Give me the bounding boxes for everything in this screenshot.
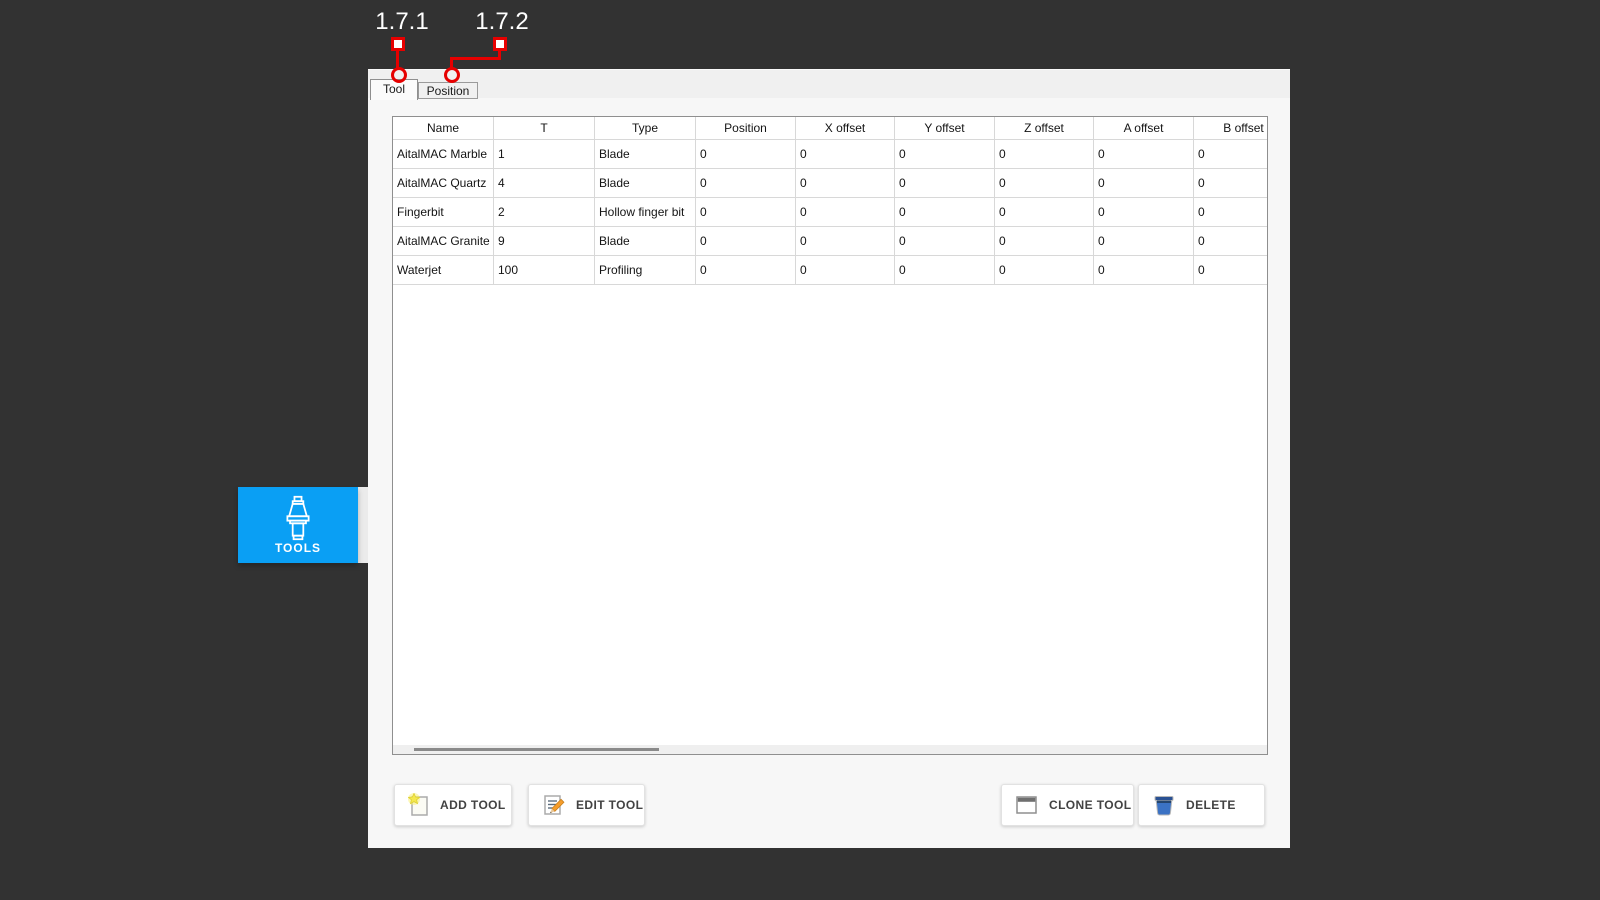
edit-tool-button[interactable]: EDIT TOOL: [528, 784, 645, 826]
column-header[interactable]: Type: [595, 117, 696, 140]
table-cell[interactable]: 0: [1094, 140, 1194, 169]
table-cell[interactable]: 0: [995, 227, 1094, 256]
callout-circle-tool-tab: [391, 67, 407, 83]
table-cell[interactable]: 0: [796, 140, 895, 169]
table-cell[interactable]: 0: [796, 227, 895, 256]
scrollbar-thumb[interactable]: [414, 748, 659, 751]
table-cell[interactable]: 0: [995, 169, 1094, 198]
table-cell[interactable]: AitalMAC Marble: [393, 140, 494, 169]
table-cell[interactable]: 0: [1194, 169, 1268, 198]
screen: 1.7.1 1.7.2 TOOLS Tool Position: [0, 0, 1600, 900]
table-cell[interactable]: 0: [995, 198, 1094, 227]
tools-panel: Tool Position NameTTypePositionX offsetY…: [368, 69, 1290, 848]
table-cell[interactable]: 0: [1094, 227, 1194, 256]
tab-tool[interactable]: Tool: [370, 79, 418, 100]
table-cell[interactable]: 0: [796, 169, 895, 198]
table-cell[interactable]: 0: [895, 256, 995, 285]
table-cell[interactable]: 0: [796, 256, 895, 285]
table-cell[interactable]: 2: [494, 198, 595, 227]
table-row[interactable]: Waterjet100Profiling000000: [393, 256, 1268, 285]
table-cell[interactable]: AitalMAC Quartz: [393, 169, 494, 198]
callout-line-1-7-1: [396, 51, 399, 68]
callout-line-1-7-2-horiz: [450, 57, 501, 60]
add-tool-button[interactable]: ADD TOOL: [394, 784, 512, 826]
edit-tool-label: EDIT TOOL: [576, 798, 643, 812]
column-header[interactable]: Y offset: [895, 117, 995, 140]
table-cell[interactable]: Blade: [595, 140, 696, 169]
callout-circle-position-tab: [444, 67, 460, 83]
column-header[interactable]: Name: [393, 117, 494, 140]
table-cell[interactable]: 0: [895, 198, 995, 227]
clone-tool-label: CLONE TOOL: [1049, 798, 1131, 812]
cnc-toolholder-icon: [279, 495, 317, 541]
table-cell[interactable]: 0: [1194, 198, 1268, 227]
tab-position[interactable]: Position: [418, 82, 478, 99]
table-header-row: NameTTypePositionX offsetY offsetZ offse…: [393, 117, 1268, 140]
table-row[interactable]: AitalMAC Quartz4Blade000000: [393, 169, 1268, 198]
column-header[interactable]: T: [494, 117, 595, 140]
callout-label-1-7-1: 1.7.1: [368, 8, 436, 36]
trash-icon: [1152, 793, 1176, 817]
table-cell[interactable]: Fingerbit: [393, 198, 494, 227]
table-cell[interactable]: 9: [494, 227, 595, 256]
table-cell[interactable]: 0: [1194, 227, 1268, 256]
callout-square-1-7-1: [391, 37, 405, 51]
table-cell[interactable]: 0: [995, 256, 1094, 285]
callout-label-1-7-2: 1.7.2: [468, 8, 536, 36]
table-row[interactable]: AitalMAC Granite9Blade000000: [393, 227, 1268, 256]
table-row[interactable]: Fingerbit2Hollow finger bit000000: [393, 198, 1268, 227]
table-cell[interactable]: 0: [1094, 256, 1194, 285]
tools-sidebar-button[interactable]: TOOLS: [238, 487, 358, 563]
table-cell[interactable]: Hollow finger bit: [595, 198, 696, 227]
column-header[interactable]: A offset: [1094, 117, 1194, 140]
table-cell[interactable]: 0: [895, 140, 995, 169]
clone-tool-button[interactable]: CLONE TOOL: [1001, 784, 1134, 826]
add-tool-label: ADD TOOL: [440, 798, 506, 812]
table-cell[interactable]: 0: [696, 227, 796, 256]
table-cell[interactable]: 0: [1194, 256, 1268, 285]
table-cell[interactable]: 100: [494, 256, 595, 285]
table-cell[interactable]: 0: [995, 140, 1094, 169]
table-cell[interactable]: 4: [494, 169, 595, 198]
column-header[interactable]: Z offset: [995, 117, 1094, 140]
table-cell[interactable]: Waterjet: [393, 256, 494, 285]
tools-table: NameTTypePositionX offsetY offsetZ offse…: [392, 116, 1268, 755]
edit-document-icon: [542, 793, 566, 817]
table-cell[interactable]: 0: [1194, 140, 1268, 169]
delete-button[interactable]: DELETE: [1138, 784, 1265, 826]
table-cell[interactable]: 0: [796, 198, 895, 227]
table-cell[interactable]: 0: [696, 169, 796, 198]
column-header[interactable]: X offset: [796, 117, 895, 140]
callout-square-1-7-2: [493, 37, 507, 51]
horizontal-scrollbar[interactable]: [393, 745, 1267, 754]
delete-label: DELETE: [1186, 798, 1236, 812]
table-cell[interactable]: 0: [895, 169, 995, 198]
table-row[interactable]: AitalMAC Marble1Blade000000: [393, 140, 1268, 169]
table-cell[interactable]: AitalMAC Granite: [393, 227, 494, 256]
table-cell[interactable]: 0: [1094, 169, 1194, 198]
table-cell[interactable]: Blade: [595, 227, 696, 256]
column-header[interactable]: Position: [696, 117, 796, 140]
clone-window-icon: [1015, 794, 1039, 816]
table-cell[interactable]: 0: [696, 256, 796, 285]
table-cell[interactable]: 0: [895, 227, 995, 256]
table-cell[interactable]: 0: [1094, 198, 1194, 227]
tools-button-label: TOOLS: [275, 541, 321, 555]
table-cell[interactable]: 0: [696, 140, 796, 169]
table-cell[interactable]: 0: [696, 198, 796, 227]
tools-button-connector: [358, 487, 368, 563]
add-document-icon: [408, 793, 430, 817]
table-cell[interactable]: Profiling: [595, 256, 696, 285]
table-cell[interactable]: 1: [494, 140, 595, 169]
table-cell[interactable]: Blade: [595, 169, 696, 198]
column-header[interactable]: B offset: [1194, 117, 1268, 140]
